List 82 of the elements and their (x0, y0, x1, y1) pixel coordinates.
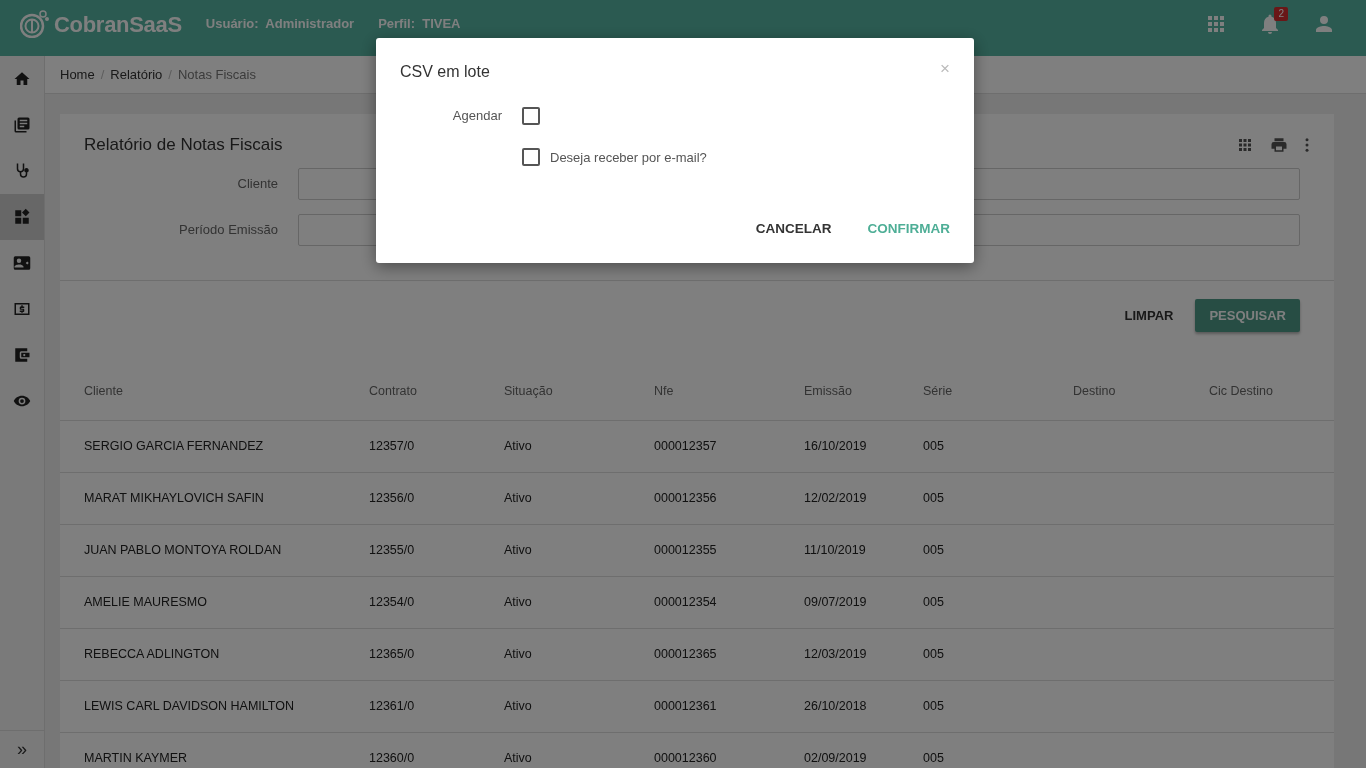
column-header: Nfe (653, 364, 803, 420)
breadcrumb-separator: / (100, 65, 105, 84)
home-icon (13, 70, 31, 88)
column-header: Situação (503, 364, 653, 420)
table-cell: 000012361 (653, 680, 803, 732)
breadcrumb-link[interactable]: Home (60, 64, 95, 85)
table-cell: Ativo (503, 524, 653, 576)
wallet-icon (13, 346, 31, 364)
table-cell: 000012354 (653, 576, 803, 628)
user-info: Usuário: Administrador (205, 15, 355, 34)
table-cell: Ativo (503, 420, 653, 472)
table-cell: 000012356 (653, 472, 803, 524)
column-header: Emissão (803, 364, 922, 420)
checkbox-label: Deseja receber por e-mail? (550, 148, 707, 167)
table-cell: LEWIS CARL DAVIDSON HAMILTON (60, 680, 368, 732)
dialog-title: CSV em lote (400, 62, 490, 82)
table-cell: 12365/0 (368, 628, 503, 680)
app-logo: CobranSaaS (54, 10, 182, 39)
dashboard-icon (13, 208, 31, 226)
table-cell: REBECCA ADLINGTON (60, 628, 368, 680)
table-cell: 12357/0 (368, 420, 503, 472)
table-cell: 12361/0 (368, 680, 503, 732)
column-header: Contrato (368, 364, 503, 420)
cancel-button[interactable]: CANCELAR (745, 213, 842, 246)
checkbox[interactable] (522, 106, 540, 125)
table-cell: 000012355 (653, 524, 803, 576)
table-cell: 26/10/2018 (803, 680, 922, 732)
clear-button[interactable]: LIMPAR (1118, 298, 1180, 332)
table-cell: 000012365 (653, 628, 803, 680)
table-cell: 005 (922, 680, 1072, 732)
table-cell: 12/03/2019 (803, 628, 922, 680)
checkbox[interactable] (522, 148, 540, 167)
column-header: Destino (1072, 364, 1208, 420)
table-cell: 16/10/2019 (803, 420, 922, 472)
table-cell: 005 (922, 472, 1072, 524)
table-cell: 005 (922, 576, 1072, 628)
more-icon[interactable] (1304, 135, 1310, 154)
expand-button[interactable]: » (0, 730, 44, 768)
table-cell: JUAN PABLO MONTOYA ROLDAN (60, 524, 368, 576)
column-header: Cic Destino (1208, 364, 1334, 420)
field-label: Período Emissão (178, 220, 279, 239)
money-icon (13, 300, 31, 318)
table-cell: AMELIE MAURESMO (60, 576, 368, 628)
table-cell: 005 (922, 420, 1072, 472)
column-header: Cliente (60, 364, 368, 420)
table-cell: Ativo (503, 680, 653, 732)
table-cell: 12356/0 (368, 472, 503, 524)
report-title: Relatório de Notas Fiscais (84, 134, 283, 156)
sidebar-item[interactable] (0, 194, 44, 240)
table-cell: 005 (922, 628, 1072, 680)
table-cell: MARAT MIKHAYLOVICH SAFIN (60, 472, 368, 524)
table-cell: Ativo (503, 472, 653, 524)
column-header: Série (922, 364, 1072, 420)
checkbox-label: Agendar (451, 107, 503, 125)
table-cell: Ativo (503, 576, 653, 628)
table-cell: 000012357 (653, 420, 803, 472)
field-label: Cliente (236, 174, 279, 193)
table-cell: MARTIN KAYMER (60, 732, 368, 768)
search-button[interactable]: PESQUISAR (1195, 298, 1300, 332)
logo-icon (20, 10, 50, 38)
table-cell: 12354/0 (368, 576, 503, 628)
table-cell: Ativo (503, 732, 653, 768)
contact-card-icon (13, 254, 31, 272)
table-cell: 02/09/2019 (803, 732, 922, 768)
table-cell: SERGIO GARCIA FERNANDEZ (60, 420, 368, 472)
table-cell: 005 (922, 524, 1072, 576)
library-icon (13, 116, 31, 134)
table-cell: Ativo (503, 628, 653, 680)
table-cell: 12360/0 (368, 732, 503, 768)
breadcrumb-separator: / (168, 65, 172, 84)
print-icon[interactable] (1270, 135, 1288, 154)
profile-info: Perfil: TIVEA (378, 15, 461, 34)
table-cell: 12/02/2019 (803, 472, 922, 524)
breadcrumb-current: Notas Fiscais (177, 65, 256, 84)
notification-count: 2 (1274, 7, 1288, 21)
table-cell: 11/10/2019 (803, 524, 922, 576)
table-cell: 12355/0 (368, 524, 503, 576)
breadcrumb-link[interactable]: Relatório (110, 64, 163, 85)
confirm-button[interactable]: CONFIRMAR (857, 213, 960, 246)
table-cell: 09/07/2019 (803, 576, 922, 628)
table-cell: 005 (922, 732, 1072, 768)
table-cell: 000012360 (653, 732, 803, 768)
